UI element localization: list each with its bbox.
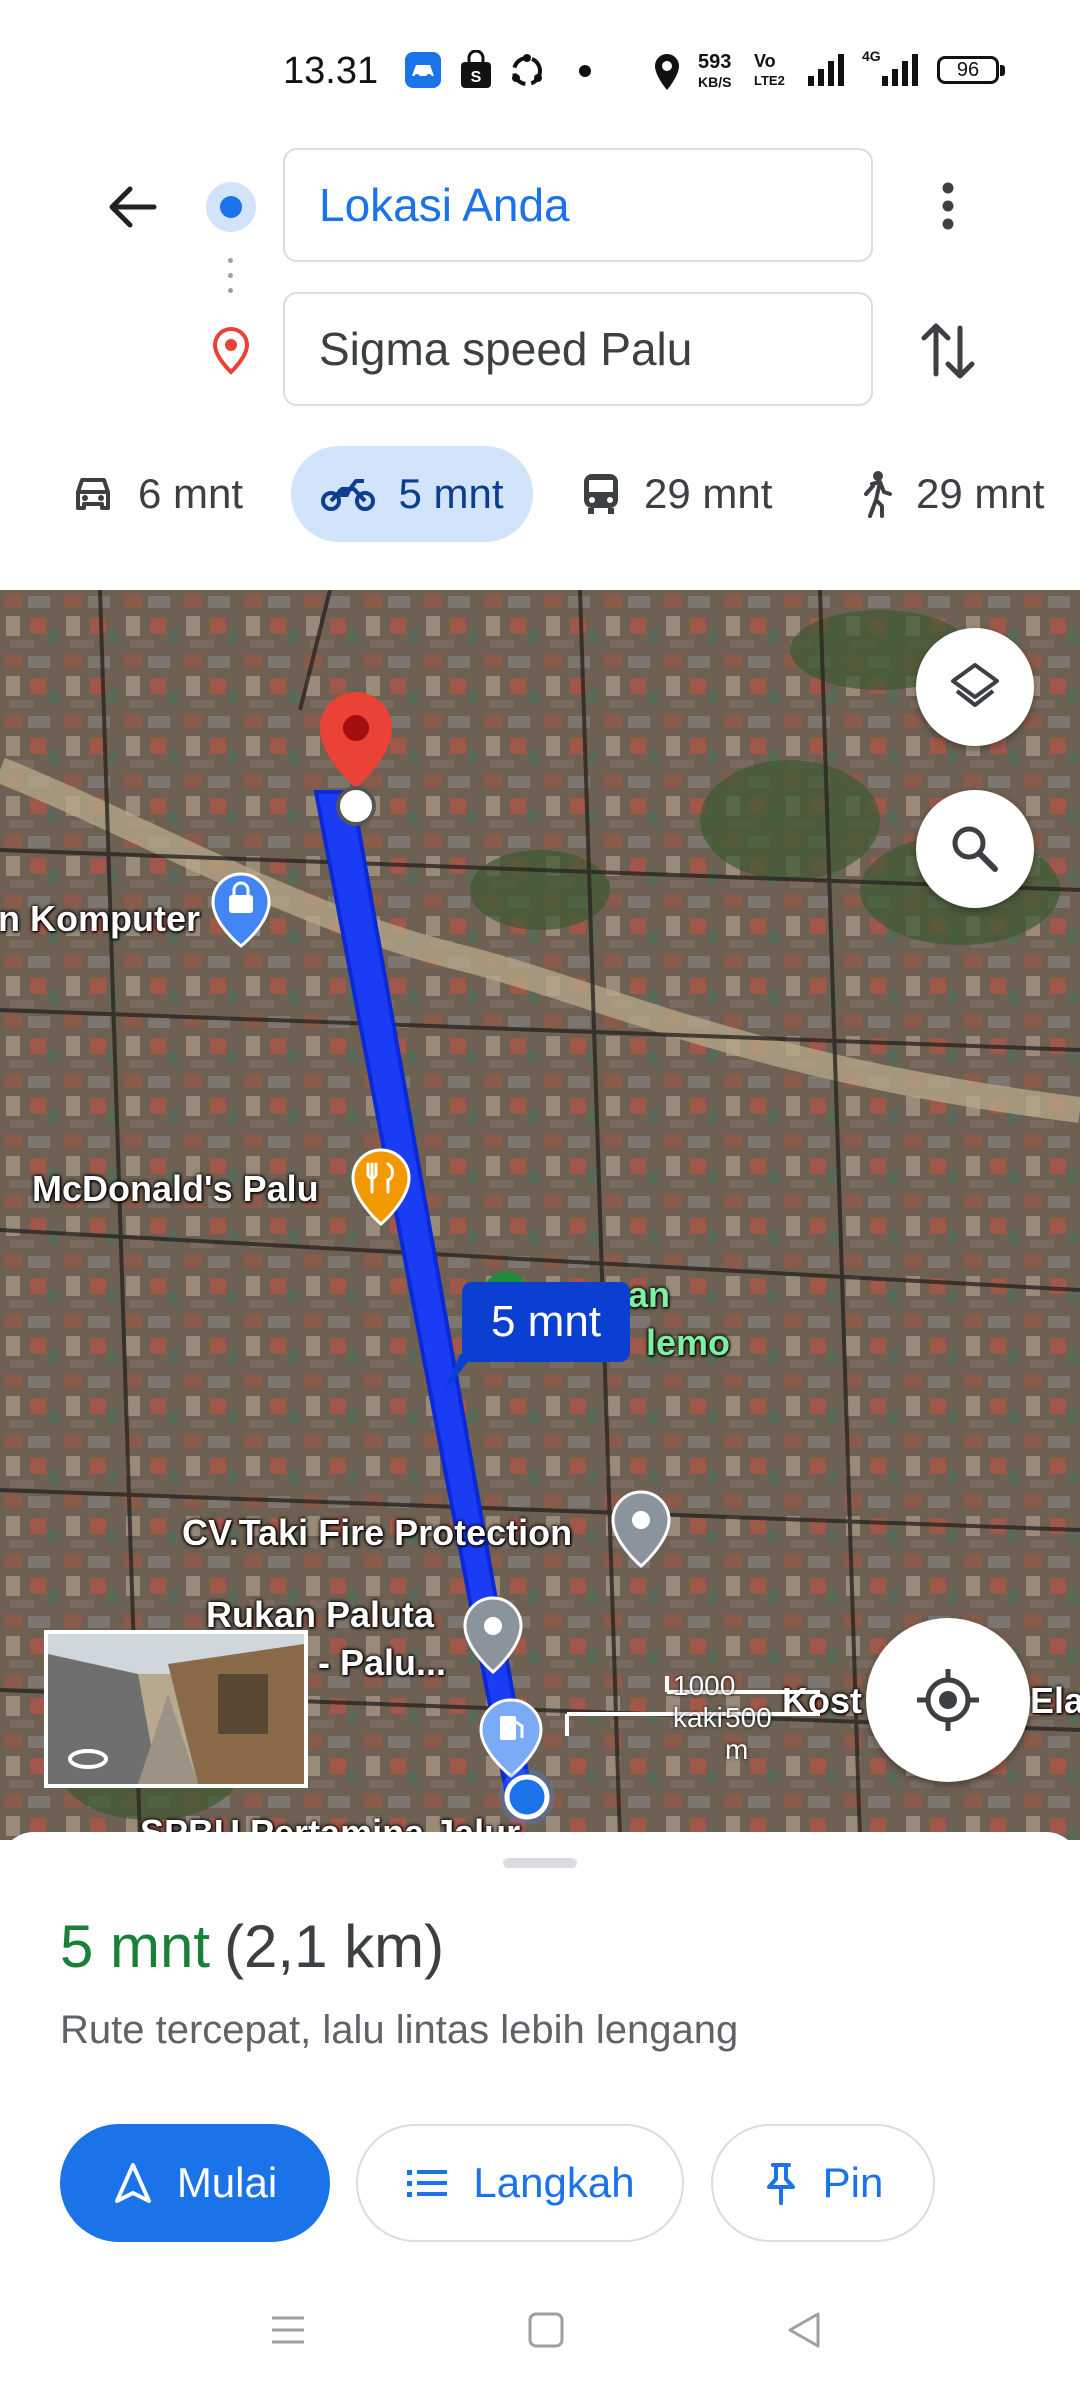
back-nav-icon[interactable]: [784, 2310, 824, 2350]
mode-transit[interactable]: 29 mnt: [580, 446, 772, 542]
pin-button[interactable]: Pin: [711, 2124, 935, 2242]
map-view[interactable]: n Komputer McDonald's Palu man lemo CV.T…: [0, 590, 1080, 1840]
mode-motorcycle[interactable]: 5 mnt: [291, 446, 533, 542]
crosshair-icon: [917, 1669, 979, 1731]
layers-icon: [951, 663, 999, 707]
mode-driving[interactable]: 6 mnt: [70, 446, 243, 542]
route-description: Rute tercepat, lalu lintas lebih lengang: [60, 2008, 739, 2052]
map-label-rukan-2[interactable]: - Palu...: [318, 1642, 446, 1684]
mode-transit-label: 29 mnt: [644, 470, 773, 517]
signal-icon: [808, 54, 844, 86]
volte-bottom: LTE2: [754, 73, 785, 88]
status-bar: 13.31 S 593 KB/S Vo LTE2 4G 96: [0, 0, 1080, 140]
mode-walking-label: 29 mnt: [916, 470, 1045, 517]
android-auto-icon: [405, 52, 441, 88]
steps-button-label: Langkah: [473, 2159, 635, 2206]
street-view-thumbnail[interactable]: [44, 1630, 308, 1788]
destination-marker-icon: [320, 692, 392, 826]
back-arrow-icon[interactable]: [100, 175, 164, 239]
eta-distance: (2,1 km): [224, 1913, 445, 1980]
scale-meters: 500 m: [725, 1702, 772, 1765]
volte-indicator: Vo LTE2: [754, 52, 785, 90]
map-label-ela[interactable]: Ela: [1030, 1680, 1080, 1722]
list-icon: [407, 2170, 448, 2197]
net-speed-value: 593: [698, 51, 732, 73]
mode-walking[interactable]: 29 mnt: [858, 446, 1044, 542]
location-icon: [655, 54, 679, 90]
restaurant-poi-icon[interactable]: [350, 1148, 412, 1228]
mode-motorcycle-label: 5 mnt: [398, 470, 504, 517]
origin-input[interactable]: Lokasi Anda: [283, 148, 873, 262]
status-time: 13.31: [283, 50, 379, 92]
battery-icon: 96: [937, 56, 1005, 84]
start-button-label: Mulai: [176, 2159, 278, 2206]
origin-dot-icon: [206, 182, 256, 232]
map-label-mcdonalds[interactable]: McDonald's Palu: [32, 1168, 319, 1210]
transit-icon: [584, 474, 618, 514]
eta-time: 5 mnt: [60, 1913, 211, 1980]
menu-nav-icon[interactable]: [268, 2310, 308, 2350]
start-button[interactable]: Mulai: [60, 2124, 330, 2242]
destination-pin-icon: [212, 326, 250, 375]
volte-top: Vo: [754, 51, 776, 71]
route-eta: 5 mnt (2,1 km): [60, 1912, 444, 1981]
mode-driving-label: 6 mnt: [138, 470, 244, 517]
street-view-image: [48, 1634, 304, 1784]
route-badge-tail: [444, 1354, 474, 1392]
place-poi-icon[interactable]: [610, 1490, 672, 1570]
shopping-poi-icon[interactable]: [210, 872, 272, 948]
signal-4g-icon: [882, 54, 918, 86]
system-nav-bar: [0, 2280, 1080, 2400]
net-speed-unit: KB/S: [698, 74, 732, 90]
pin-button-label: Pin: [822, 2159, 884, 2206]
dot-icon: [579, 65, 591, 77]
steps-button[interactable]: Langkah: [356, 2124, 684, 2242]
sheet-drag-handle[interactable]: [503, 1858, 577, 1868]
navigation-arrow-icon: [114, 2163, 151, 2203]
travel-mode-tabs: 6 mnt 5 mnt 29 mnt 29 mnt: [0, 446, 1080, 546]
more-options-icon[interactable]: [920, 178, 976, 234]
walk-icon: [864, 471, 892, 518]
map-label-taman-2[interactable]: lemo: [646, 1322, 730, 1364]
map-search-button[interactable]: [916, 790, 1034, 908]
map-label-taki[interactable]: CV.Taki Fire Protection: [182, 1512, 572, 1554]
svg-text:S: S: [471, 69, 482, 86]
swap-icon[interactable]: [918, 318, 978, 384]
my-location-button[interactable]: [866, 1618, 1030, 1782]
route-bottom-sheet[interactable]: 5 mnt (2,1 km) Rute tercepat, lalu lintas…: [0, 1832, 1080, 2400]
motorcycle-icon: [321, 479, 376, 511]
map-layers-button[interactable]: [916, 628, 1034, 746]
map-label-komputer[interactable]: n Komputer: [0, 898, 200, 940]
sync-icon: [512, 54, 542, 86]
route-connector-icon: [228, 258, 234, 304]
destination-input[interactable]: Sigma speed Palu: [283, 292, 873, 406]
net-speed: 593 KB/S: [698, 52, 731, 92]
search-icon: [952, 826, 998, 872]
car-icon: [76, 478, 110, 510]
shopping-bag-icon: S: [461, 50, 491, 88]
pin-icon: [766, 2163, 795, 2205]
home-nav-icon[interactable]: [526, 2310, 566, 2350]
route-duration-badge[interactable]: 5 mnt: [462, 1282, 630, 1362]
place-poi-icon-2[interactable]: [462, 1596, 524, 1676]
